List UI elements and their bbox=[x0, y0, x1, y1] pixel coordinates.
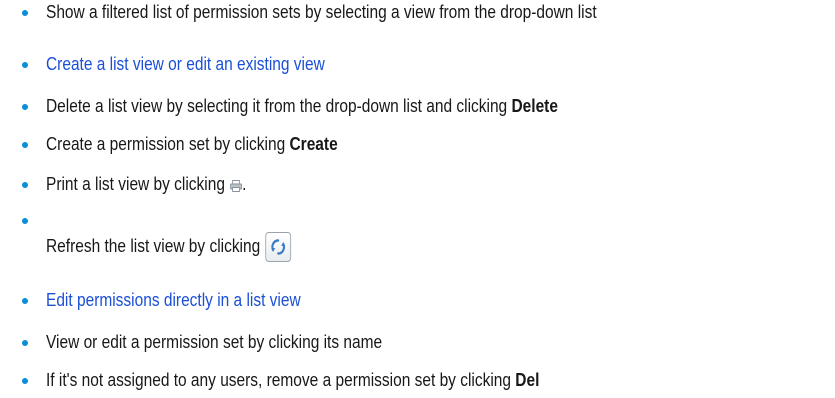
item-text: If it's not assigned to any users, remov… bbox=[46, 368, 539, 392]
list-item: Delete a list view by selecting it from … bbox=[0, 72, 835, 116]
bullet-icon bbox=[22, 62, 28, 68]
list-item: Print a list view by clicking . bbox=[0, 144, 835, 194]
list-item: Create a permission set by clicking Crea… bbox=[0, 108, 835, 154]
list-item: Show a filtered list of permission sets … bbox=[0, 0, 835, 28]
item-text-content: Show a filtered list of permission sets … bbox=[46, 2, 597, 22]
item-text-content: If it's not assigned to any users, remov… bbox=[46, 370, 516, 390]
item-text: Show a filtered list of permission sets … bbox=[46, 0, 597, 24]
list-item: View or edit a permission set by clickin… bbox=[0, 252, 835, 352]
bullet-icon bbox=[22, 10, 28, 16]
create-list-view-link[interactable]: Create a list view or edit an existing v… bbox=[46, 54, 325, 74]
item-text: View or edit a permission set by clickin… bbox=[46, 330, 382, 354]
list-item: If it's not assigned to any users, remov… bbox=[0, 288, 835, 390]
bullet-icon bbox=[22, 378, 28, 384]
list-item: Create a list view or edit an existing v… bbox=[0, 36, 835, 74]
del-keyword: Del bbox=[515, 370, 540, 390]
item-text-content: View or edit a permission set by clickin… bbox=[46, 332, 383, 352]
bullet-icon bbox=[22, 340, 28, 346]
list-item: Refresh the list view by clicking bbox=[0, 180, 835, 262]
list-item: Edit permissions directly in a list view bbox=[0, 216, 835, 310]
